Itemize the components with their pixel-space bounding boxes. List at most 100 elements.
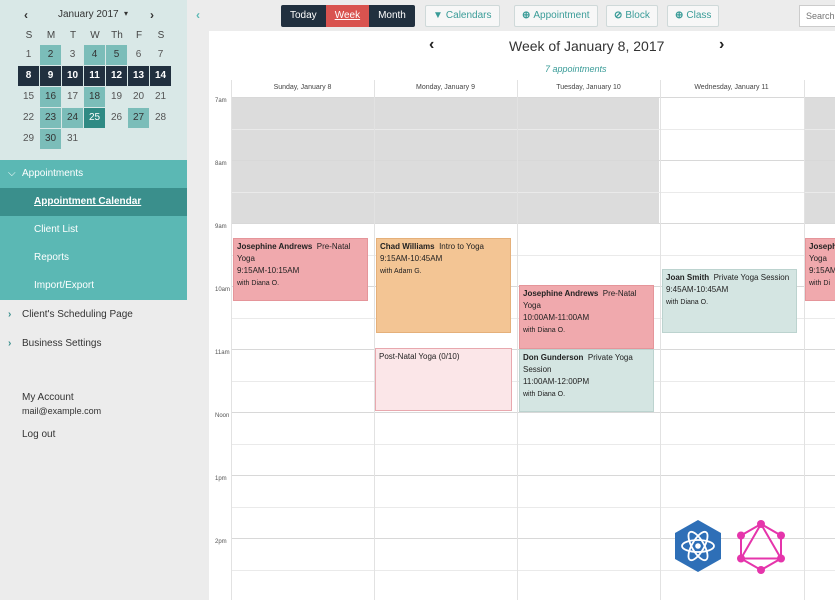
calendar-day[interactable]: 26 <box>106 108 127 128</box>
appointment-count: 7 appointments <box>545 64 607 74</box>
search-input[interactable] <box>799 5 835 27</box>
calendar-day[interactable]: 20 <box>128 87 149 107</box>
month-view-button[interactable]: Month <box>369 5 415 27</box>
appointment-staff: with Diana O. <box>666 299 709 306</box>
appointment-time: 9:15AM-10:45AM <box>380 254 443 263</box>
calendar-day[interactable]: 18 <box>84 87 105 107</box>
time-label: 1pm <box>215 476 227 482</box>
add-appointment-button[interactable]: ⊕ Appointment <box>514 5 598 27</box>
graphql-logo-icon <box>737 520 785 574</box>
calendar-day[interactable]: 16 <box>40 87 61 107</box>
calendar-day[interactable]: 10 <box>62 66 83 86</box>
grid-line <box>231 191 835 193</box>
dow-label: M <box>46 30 56 41</box>
sidebar-item-reports[interactable]: Reports <box>0 244 187 272</box>
month-title[interactable]: January 2017 <box>58 9 119 20</box>
appointment-staff: with Adam G. <box>380 268 422 275</box>
week-view-button[interactable]: Week <box>325 5 370 27</box>
appointment-card[interactable]: Chad Williams Intro to Yoga 9:15AM-10:45… <box>376 238 511 333</box>
calendar-day[interactable]: 22 <box>18 108 39 128</box>
sidebar-item-scheduling-page[interactable]: › Client's Scheduling Page <box>0 300 187 329</box>
calendar-day[interactable]: 25 <box>84 108 105 128</box>
time-label: Noon <box>215 413 230 419</box>
calendar-day[interactable]: 4 <box>84 45 105 65</box>
add-class-button[interactable]: ⊕ Class <box>667 5 720 27</box>
prev-month-button[interactable]: ‹ <box>24 8 28 22</box>
add-block-button[interactable]: ⊘ Block <box>606 5 658 27</box>
calendar-day[interactable]: 27 <box>128 108 149 128</box>
grid-line <box>231 412 835 413</box>
calendar-day[interactable]: 1 <box>18 45 39 65</box>
column-divider <box>804 80 805 600</box>
month-dropdown-icon[interactable]: ▾ <box>124 9 128 18</box>
calendar-day[interactable]: 19 <box>106 87 127 107</box>
appointment-title: Intro to Yoga <box>439 242 484 251</box>
block-icon: ⊘ <box>614 10 623 21</box>
account-email: mail@example.com <box>22 406 102 416</box>
client-name: Joseph <box>809 242 835 251</box>
week-calendar: ‹ Week of January 8, 2017 › 7 appointmen… <box>209 31 835 600</box>
calendar-day[interactable]: 9 <box>40 66 61 86</box>
calendar-day[interactable]: 23 <box>40 108 61 128</box>
time-label: 7am <box>215 98 227 104</box>
dow-label: Th <box>111 30 123 41</box>
appointment-card[interactable]: Don Gunderson Private Yoga Session 11:00… <box>519 349 654 412</box>
view-switcher: Today Week Month <box>281 5 415 27</box>
calendar-day[interactable]: 14 <box>150 66 171 86</box>
prev-week-button[interactable]: ‹ <box>429 36 434 54</box>
calendar-day[interactable]: 12 <box>106 66 127 86</box>
appointment-card[interactable]: Josephine Andrews Pre-Natal Yoga 9:15AM-… <box>233 238 368 301</box>
calendar-day[interactable]: 7 <box>150 45 171 65</box>
mini-calendar-days: 1 2 3 4 5 6 7 8 9 10 11 12 13 14 15 16 17 18 19 20 21 22 23 24 2… <box>18 45 172 150</box>
button-label: Appointment <box>533 10 590 21</box>
my-account-link[interactable]: My Account <box>22 392 101 403</box>
appointments-section: ⌵ Appointments Appointment Calendar Clie… <box>0 160 187 300</box>
sidebar-item-import-export[interactable]: Import/Export <box>0 272 187 300</box>
mini-calendar-header: ‹ January 2017 ▾ › <box>0 6 187 24</box>
calendar-day[interactable]: 17 <box>62 87 83 107</box>
calendar-day[interactable]: 21 <box>150 87 171 107</box>
today-button[interactable]: Today <box>281 5 326 27</box>
column-divider <box>517 80 518 600</box>
calendar-day[interactable]: 13 <box>128 66 149 86</box>
calendar-day[interactable]: 30 <box>40 129 61 149</box>
sidebar-item-appointment-calendar[interactable]: Appointment Calendar <box>0 188 187 216</box>
next-week-button[interactable]: › <box>719 36 724 54</box>
calendars-button[interactable]: ▼ Calendars <box>425 5 500 27</box>
calendar-day[interactable]: 3 <box>62 45 83 65</box>
react-logo-icon <box>675 520 721 572</box>
collapse-sidebar-button[interactable]: ‹ <box>187 0 209 30</box>
logout-link[interactable]: Log out <box>22 429 101 440</box>
grid-line <box>231 506 835 508</box>
appointment-card[interactable]: Josephine Andrews Pre-Natal Yoga 10:00AM… <box>519 285 654 349</box>
calendar-day[interactable]: 28 <box>150 108 171 128</box>
calendar-day[interactable]: 8 <box>18 66 39 86</box>
appointment-time: 11:00AM-12:00PM <box>523 377 590 386</box>
calendar-day[interactable]: 11 <box>84 66 105 86</box>
sidebar-item-appointments[interactable]: ⌵ Appointments <box>0 160 187 188</box>
appointment-card[interactable]: Joseph Yoga 9:15AM with Di <box>805 238 835 301</box>
calendar-day[interactable]: 2 <box>40 45 61 65</box>
column-divider <box>231 80 232 600</box>
calendar-day[interactable]: 24 <box>62 108 83 128</box>
client-name: Joan Smith <box>666 273 710 282</box>
calendar-day[interactable]: 6 <box>128 45 149 65</box>
appointment-title: Yoga <box>809 254 827 263</box>
appointment-staff: with Diana O. <box>523 327 566 334</box>
button-label: Block <box>625 10 650 21</box>
next-month-button[interactable]: › <box>150 8 154 22</box>
calendar-day[interactable]: 15 <box>18 87 39 107</box>
appointment-time: 9:15AM <box>809 266 835 275</box>
column-divider <box>374 80 375 600</box>
client-name: Chad Williams <box>380 242 435 251</box>
sidebar-item-business-settings[interactable]: › Business Settings <box>0 329 187 358</box>
calendar-day[interactable]: 29 <box>18 129 39 149</box>
sidebar-item-client-list[interactable]: Client List <box>0 216 187 244</box>
grid-line <box>231 128 835 130</box>
appointment-card[interactable]: Joan Smith Private Yoga Session 9:45AM-1… <box>662 269 797 333</box>
appointment-title: Private Yoga Session <box>713 273 790 282</box>
appointment-staff: with Diana O. <box>237 280 280 287</box>
calendar-day[interactable]: 5 <box>106 45 127 65</box>
calendar-day[interactable]: 31 <box>62 129 83 149</box>
class-card[interactable]: Post-Natal Yoga (0/10) <box>375 348 512 411</box>
